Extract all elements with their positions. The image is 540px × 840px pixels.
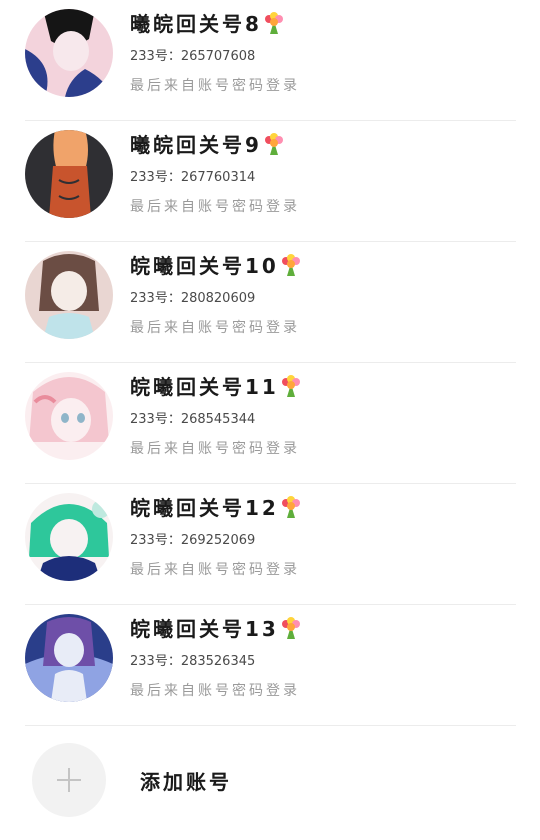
account-id: 233号：280820609 (130, 291, 256, 306)
divider (25, 725, 516, 726)
account-row[interactable]: 皖曦回关号12 233号：269252069 最后来自账号密码登录 (0, 484, 540, 605)
avatar (25, 130, 113, 218)
account-name: 皖曦回关号13 (130, 615, 303, 643)
avatar-image (25, 130, 113, 218)
avatar-image (25, 251, 113, 339)
avatar (25, 251, 113, 339)
avatar (25, 614, 113, 702)
avatar (25, 493, 113, 581)
avatar (25, 9, 113, 97)
last-login-hint: 最后来自账号密码登录 (130, 683, 300, 699)
avatar (25, 372, 113, 460)
add-account-label[interactable]: 添加账号 (140, 768, 232, 796)
account-name: 曦皖回关号8 (130, 10, 286, 38)
account-row[interactable]: 皖曦回关号11 233号：268545344 最后来自账号密码登录 (0, 363, 540, 484)
last-login-hint: 最后来自账号密码登录 (130, 441, 300, 457)
account-row[interactable]: 皖曦回关号13 233号：283526345 最后来自账号密码登录 (0, 605, 540, 726)
account-name: 皖曦回关号10 (130, 252, 303, 280)
avatar-image (25, 493, 113, 581)
account-id: 233号：267760314 (130, 170, 256, 185)
last-login-hint: 最后来自账号密码登录 (130, 199, 300, 215)
account-name: 曦皖回关号9 (130, 131, 286, 159)
account-row[interactable]: 曦皖回关号9 233号：267760314 最后来自账号密码登录 (0, 121, 540, 242)
avatar-image (25, 9, 113, 97)
bouquet-icon (281, 496, 300, 518)
account-id: 233号：283526345 (130, 654, 256, 669)
bouquet-icon (264, 12, 283, 34)
account-id: 233号：265707608 (130, 49, 256, 64)
last-login-hint: 最后来自账号密码登录 (130, 78, 300, 94)
last-login-hint: 最后来自账号密码登录 (130, 320, 300, 336)
add-account-button[interactable]: 添加账号 (0, 738, 540, 828)
bouquet-icon (281, 254, 300, 276)
plus-icon (57, 768, 81, 792)
bouquet-icon (281, 617, 300, 639)
avatar-image (25, 614, 113, 702)
bouquet-icon (264, 133, 283, 155)
account-id: 233号：268545344 (130, 412, 256, 427)
avatar-image (25, 372, 113, 460)
account-id: 233号：269252069 (130, 533, 256, 548)
account-name: 皖曦回关号12 (130, 494, 303, 522)
add-account-circle[interactable] (32, 743, 106, 817)
account-row[interactable]: 曦皖回关号8 233号：265707608 最后来自账号密码登录 (0, 0, 540, 121)
account-name: 皖曦回关号11 (130, 373, 303, 401)
bouquet-icon (281, 375, 300, 397)
account-row[interactable]: 皖曦回关号10 233号：280820609 最后来自账号密码登录 (0, 242, 540, 363)
last-login-hint: 最后来自账号密码登录 (130, 562, 300, 578)
